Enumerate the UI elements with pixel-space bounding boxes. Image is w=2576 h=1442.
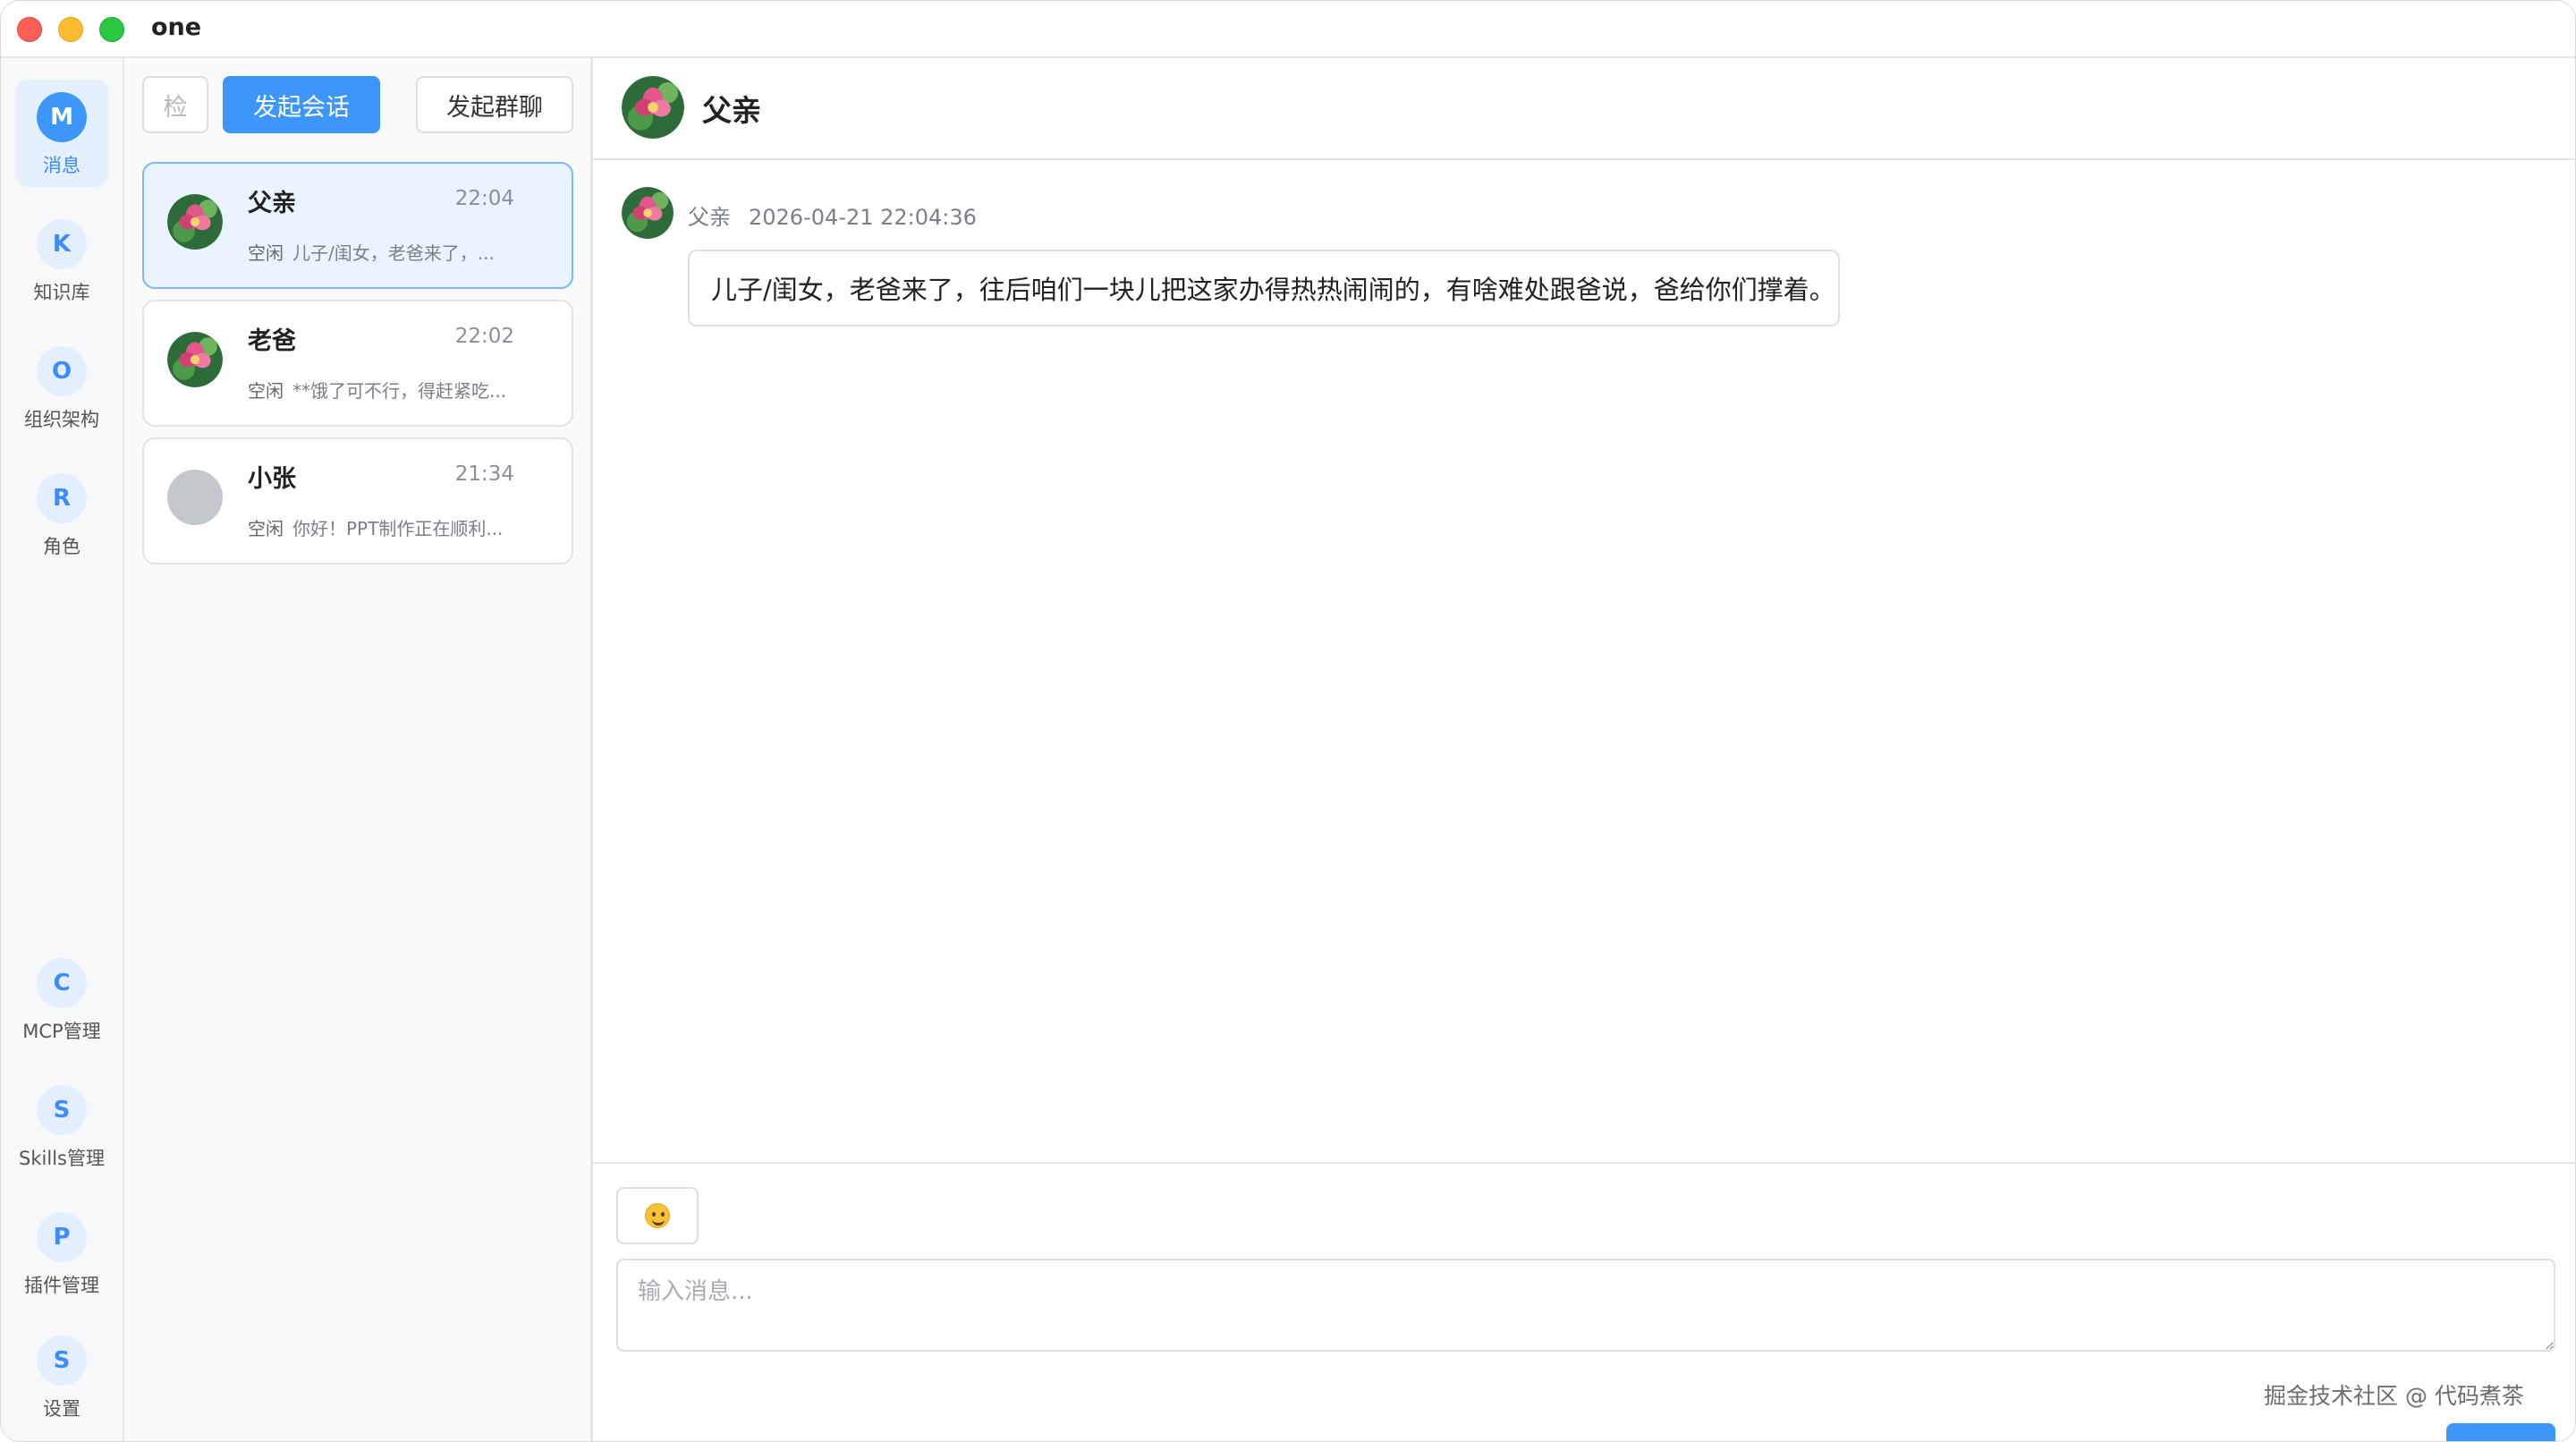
status-badge: 空闲	[248, 380, 284, 402]
status-badge: 空闲	[248, 518, 284, 539]
preview-text: 你好！PPT制作正在顺利...	[292, 518, 504, 539]
nav-label: 知识库	[33, 282, 90, 303]
send-button[interactable]: 发送	[2446, 1423, 2555, 1441]
conversation-item[interactable]: 老爸 22:02 空闲 **饿了可不行，得赶紧吃...	[142, 300, 573, 427]
nav-label: 插件管理	[24, 1275, 99, 1296]
sidebar-nav: M 消息 K 知识库 O 组织架构 R 角色 C MCP管理 S Skills管…	[1, 58, 124, 1441]
nav-item-mcp[interactable]: C MCP管理	[15, 946, 108, 1053]
message-input[interactable]	[616, 1259, 2555, 1352]
mcp-icon: C	[37, 958, 87, 1008]
flower-icon	[622, 187, 674, 239]
nav-item-roles[interactable]: R 角色	[15, 461, 108, 568]
nav-item-plugins[interactable]: P 插件管理	[15, 1200, 108, 1307]
conversation-time: 21:34	[454, 462, 514, 486]
watermark: 掘金技术社区 @ 代码煮茶	[2264, 1383, 2524, 1409]
nav-label: Skills管理	[19, 1148, 105, 1169]
conversation-item[interactable]: 小张 21:34 空闲 你好！PPT制作正在顺利...	[142, 437, 573, 564]
conversation-list-panel: 检 发起会话 发起群聊 父亲 22:04 空闲 儿子/闺女，老爸来了，... 老爸…	[124, 58, 593, 1441]
app-window: one M 消息 K 知识库 O 组织架构 R 角色 C MCP管理 S Ski…	[0, 0, 2576, 1442]
flower-icon	[167, 194, 223, 250]
conversation-preview: 空闲 儿子/闺女，老爸来了，...	[248, 239, 552, 265]
roles-icon: R	[37, 473, 87, 523]
nav-item-skills[interactable]: S Skills管理	[15, 1073, 108, 1180]
chat-panel: 父亲 父亲 2026-04-21 22:04:36 儿子/闺女，老爸来了，往后咱们…	[593, 58, 2575, 1441]
conversation-preview: 空闲 **饿了可不行，得赶紧吃...	[248, 377, 552, 403]
nav-label: 消息	[43, 155, 80, 176]
conversation-item[interactable]: 父亲 22:04 空闲 儿子/闺女，老爸来了，...	[142, 162, 573, 289]
conversation-name: 老爸	[248, 327, 296, 355]
status-badge: 空闲	[248, 242, 284, 264]
nav-label: 组织架构	[24, 409, 99, 430]
conversation-name: 小张	[248, 465, 296, 493]
plugins-icon: P	[37, 1212, 87, 1262]
zoom-window-button[interactable]	[99, 17, 124, 42]
chat-header: 父亲	[593, 58, 2575, 160]
message-meta: 父亲 2026-04-21 22:04:36	[688, 199, 977, 231]
conversation-name: 父亲	[248, 190, 296, 217]
nav-item-knowledge-base[interactable]: K 知识库	[15, 207, 108, 314]
message-timestamp: 2026-04-21 22:04:36	[749, 205, 977, 230]
conversation-time: 22:04	[454, 187, 514, 210]
messages-icon: M	[37, 92, 87, 142]
flower-icon	[167, 332, 223, 387]
search-input[interactable]: 检	[142, 76, 208, 133]
conversation-time: 22:02	[454, 325, 514, 348]
message-bubble: 儿子/闺女，老爸来了，往后咱们一块儿把这家办得热热闹闹的，有啥难处跟爸说，爸给你…	[688, 250, 1840, 327]
nav-label: 角色	[43, 536, 80, 557]
conversation-preview: 空闲 你好！PPT制作正在顺利...	[248, 514, 552, 540]
app-title: one	[151, 13, 202, 41]
nav-label: 设置	[43, 1398, 80, 1420]
preview-text: 儿子/闺女，老爸来了，...	[292, 242, 495, 264]
nav-item-messages[interactable]: M 消息	[15, 80, 108, 187]
flower-icon	[622, 76, 684, 139]
organization-icon: O	[37, 346, 87, 396]
nav-label: MCP管理	[22, 1021, 101, 1042]
message-sender: 父亲	[688, 205, 731, 230]
minimize-window-button[interactable]	[58, 17, 83, 42]
gray-avatar-icon	[167, 470, 223, 525]
smiley-icon	[645, 1203, 670, 1228]
chat-title: 父亲	[702, 93, 761, 128]
new-chat-button[interactable]: 发起会话	[223, 76, 380, 133]
skills-icon: S	[37, 1085, 87, 1135]
nav-item-organization[interactable]: O 组织架构	[15, 334, 108, 441]
settings-icon: S	[37, 1336, 87, 1386]
knowledge-base-icon: K	[37, 219, 87, 269]
close-window-button[interactable]	[17, 17, 42, 42]
title-bar: one	[1, 1, 2575, 58]
emoji-button[interactable]	[616, 1187, 699, 1244]
preview-text: **饿了可不行，得赶紧吃...	[292, 380, 507, 402]
nav-item-settings[interactable]: S 设置	[15, 1323, 108, 1430]
new-group-chat-button[interactable]: 发起群聊	[416, 76, 573, 133]
